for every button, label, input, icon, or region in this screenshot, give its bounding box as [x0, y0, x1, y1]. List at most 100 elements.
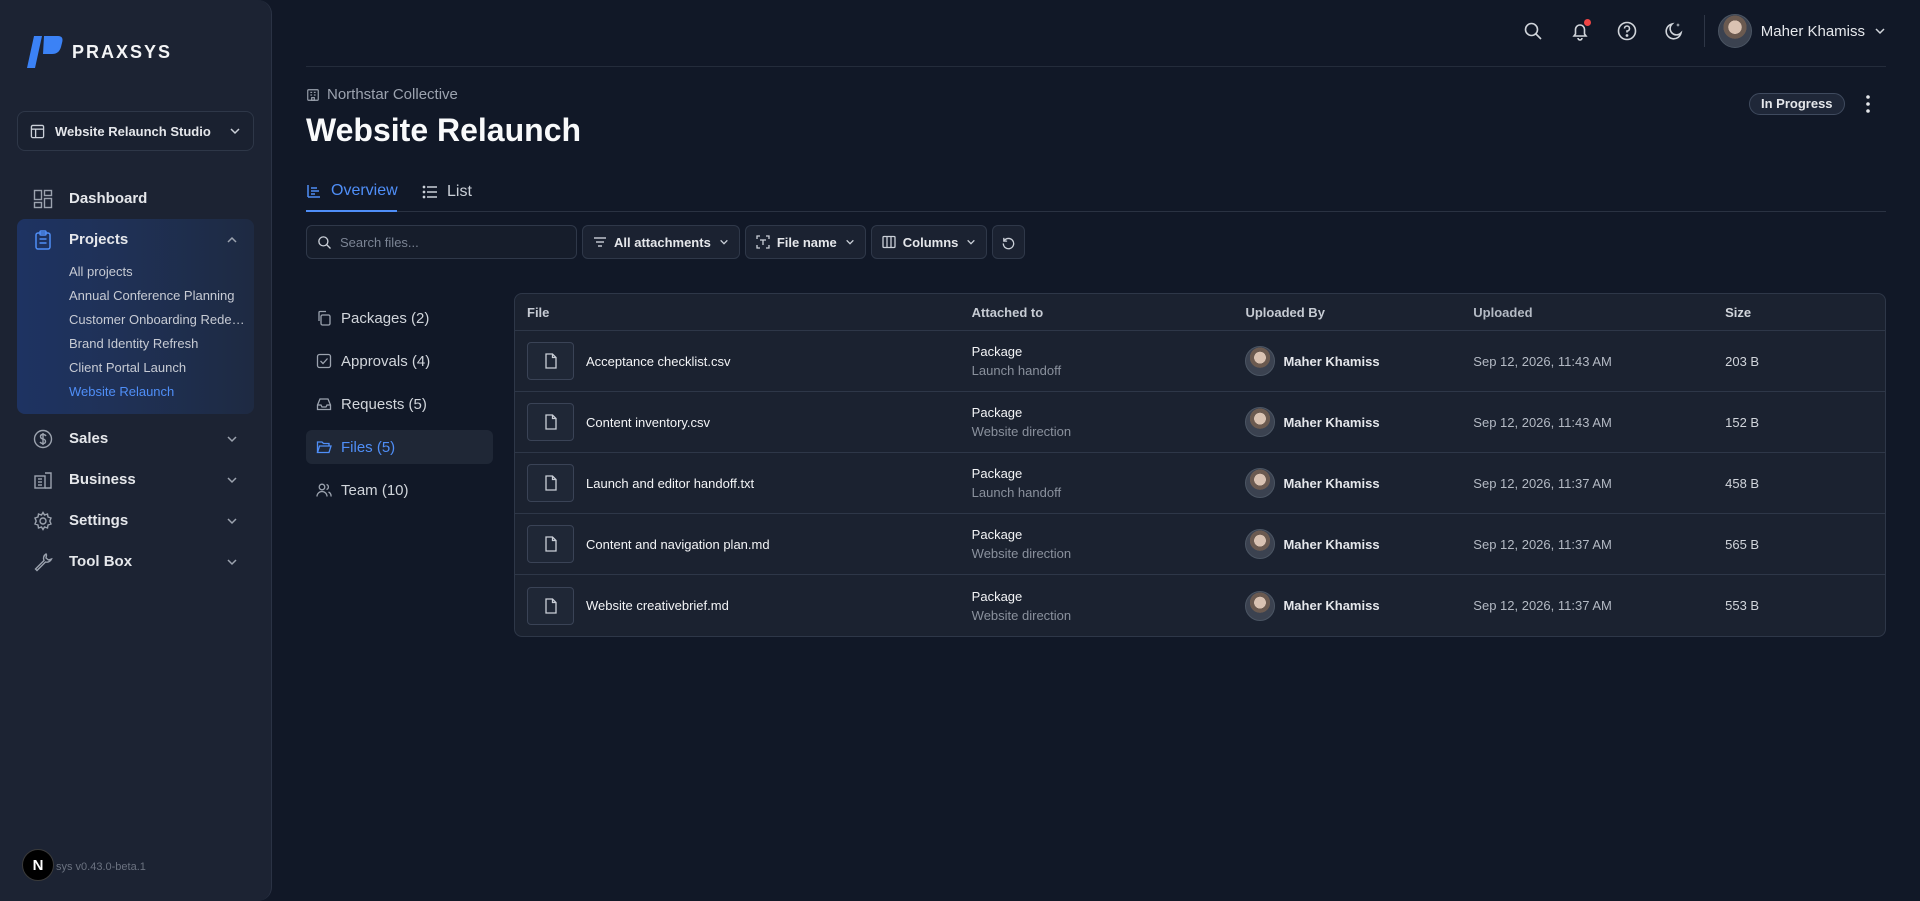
bell-icon[interactable] — [1568, 19, 1592, 43]
sort-button[interactable]: File name — [744, 225, 866, 259]
file-size: 152 B — [1725, 414, 1760, 430]
user-menu[interactable]: Maher Khamiss — [1717, 14, 1886, 48]
section-packages-label: Packages (2) — [341, 309, 430, 327]
columns-button[interactable]: Columns — [870, 225, 988, 259]
file-size: 553 B — [1725, 598, 1760, 613]
project-item-active[interactable]: Website Relaunch — [69, 380, 249, 404]
tab-overview[interactable]: Overview — [306, 172, 398, 212]
nav-settings[interactable]: Settings — [17, 500, 254, 541]
col-size[interactable]: Size — [1725, 305, 1885, 320]
users-icon — [316, 482, 332, 498]
tab-list-label: List — [447, 183, 472, 200]
col-attached[interactable]: Attached to — [972, 305, 1246, 320]
project-item[interactable]: Annual Conference Planning — [69, 284, 249, 308]
attachment-filter-button[interactable]: All attachments — [582, 225, 740, 259]
attached-type: Package — [971, 344, 1023, 359]
file-name[interactable]: Website creativebrief.md — [586, 598, 729, 613]
project-item[interactable]: All projects — [69, 260, 249, 284]
nav-dashboard[interactable]: Dashboard — [17, 178, 254, 219]
overview-icon — [306, 183, 322, 199]
help-icon[interactable] — [1615, 19, 1639, 43]
tab-list[interactable]: List — [422, 172, 472, 212]
file-size: 203 B — [1725, 353, 1760, 369]
attached-name[interactable]: Launch handoff — [972, 363, 1246, 378]
uploader-name: Maher Khamiss — [1283, 536, 1380, 552]
tab-overview-label: Overview — [331, 182, 398, 199]
project-item[interactable]: Customer Onboarding Redesign — [69, 308, 249, 332]
topbar-actions: Maher Khamiss — [1498, 14, 1886, 48]
attached-name[interactable]: Website direction — [972, 546, 1246, 561]
sidebar: PRAXSYS Website Relaunch Studio Dashboar… — [0, 0, 272, 901]
file-name[interactable]: Launch and editor handoff.txt — [586, 476, 754, 491]
file-size: 458 B — [1725, 475, 1760, 491]
layout-icon — [30, 124, 45, 138]
avatar — [1717, 14, 1752, 48]
uploaded-date: Sep 12, 2026, 11:37 AM — [1473, 536, 1612, 552]
attached-type: Package — [971, 466, 1023, 481]
dev-tools-badge[interactable]: N — [22, 849, 54, 881]
section-requests-label: Requests (5) — [341, 395, 427, 413]
copy-icon — [316, 310, 332, 326]
search-icon[interactable] — [1521, 19, 1545, 43]
search-input[interactable] — [340, 234, 560, 250]
nav-toolbox[interactable]: Tool Box — [17, 541, 254, 582]
building-icon — [307, 88, 319, 101]
notification-dot — [1583, 19, 1591, 26]
section-files[interactable]: Files (5) — [306, 430, 493, 464]
nav-sales[interactable]: Sales — [17, 418, 254, 459]
col-file[interactable]: File — [515, 305, 972, 320]
section-packages[interactable]: Packages (2) — [306, 301, 493, 335]
file-name[interactable]: Content inventory.csv — [586, 415, 710, 430]
project-item[interactable]: Brand Identity Refresh — [69, 332, 249, 356]
project-item[interactable]: Client Portal Launch — [69, 356, 249, 380]
table-row[interactable]: Content inventory.csv Package Website dir… — [515, 392, 1885, 453]
reset-button[interactable] — [992, 225, 1026, 259]
attached-name[interactable]: Website direction — [972, 608, 1246, 623]
section-nav: Packages (2) Approvals (4) Requests (5) … — [306, 301, 493, 516]
section-approvals[interactable]: Approvals (4) — [306, 344, 493, 378]
moon-icon[interactable] — [1662, 19, 1686, 43]
section-team-label: Team (10) — [341, 481, 409, 499]
chevron-down-icon — [230, 128, 240, 135]
topbar-divider — [1703, 15, 1705, 47]
uploaded-date: Sep 12, 2026, 11:43 AM — [1473, 414, 1612, 430]
file-name[interactable]: Content and navigation plan.md — [586, 537, 770, 552]
section-files-label: Files (5) — [341, 438, 396, 456]
file-size: 565 B — [1725, 536, 1760, 552]
nav-sales-label: Sales — [69, 430, 109, 447]
attached-name[interactable]: Website direction — [972, 424, 1246, 439]
filter-icon — [593, 235, 607, 249]
columns-icon — [882, 235, 896, 249]
org-breadcrumb[interactable]: Northstar Collective — [306, 86, 458, 103]
nav-business-label: Business — [69, 471, 136, 488]
nav-projects[interactable]: Projects — [17, 219, 254, 260]
file-icon — [527, 342, 574, 380]
avatar — [1245, 468, 1276, 498]
section-approvals-label: Approvals (4) — [341, 352, 431, 370]
section-team[interactable]: Team (10) — [306, 473, 493, 507]
file-icon — [527, 525, 574, 563]
section-requests[interactable]: Requests (5) — [306, 387, 493, 421]
file-name[interactable]: Acceptance checklist.csv — [586, 354, 731, 369]
nav-business[interactable]: Business — [17, 459, 254, 500]
chevron-down-icon — [966, 237, 976, 247]
col-uploaded[interactable]: Uploaded — [1473, 305, 1725, 320]
workspace-switcher[interactable]: Website Relaunch Studio — [17, 111, 254, 151]
files-table: File Attached to Uploaded By Uploaded Si… — [514, 293, 1886, 637]
table-row[interactable]: Launch and editor handoff.txt Package Lau… — [515, 453, 1885, 514]
table-row[interactable]: Website creativebrief.md Package Website … — [515, 575, 1885, 636]
list-icon — [422, 184, 438, 200]
attached-name[interactable]: Launch handoff — [972, 485, 1246, 500]
status-badge: In Progress — [1749, 93, 1845, 115]
reset-icon — [1003, 237, 1015, 249]
table-row[interactable]: Content and navigation plan.md Package We… — [515, 514, 1885, 575]
avatar — [1245, 529, 1276, 559]
brand-logo[interactable]: PRAXSYS — [26, 34, 172, 70]
table-row[interactable]: Acceptance checklist.csv Package Launch h… — [515, 331, 1885, 392]
col-uploaded-by[interactable]: Uploaded By — [1245, 305, 1473, 320]
page-title: Website Relaunch — [306, 112, 582, 148]
kebab-icon[interactable] — [1858, 92, 1878, 116]
nav-toolbox-label: Tool Box — [69, 553, 133, 570]
search-box[interactable] — [306, 225, 577, 259]
user-name: Maher Khamiss — [1760, 22, 1865, 40]
